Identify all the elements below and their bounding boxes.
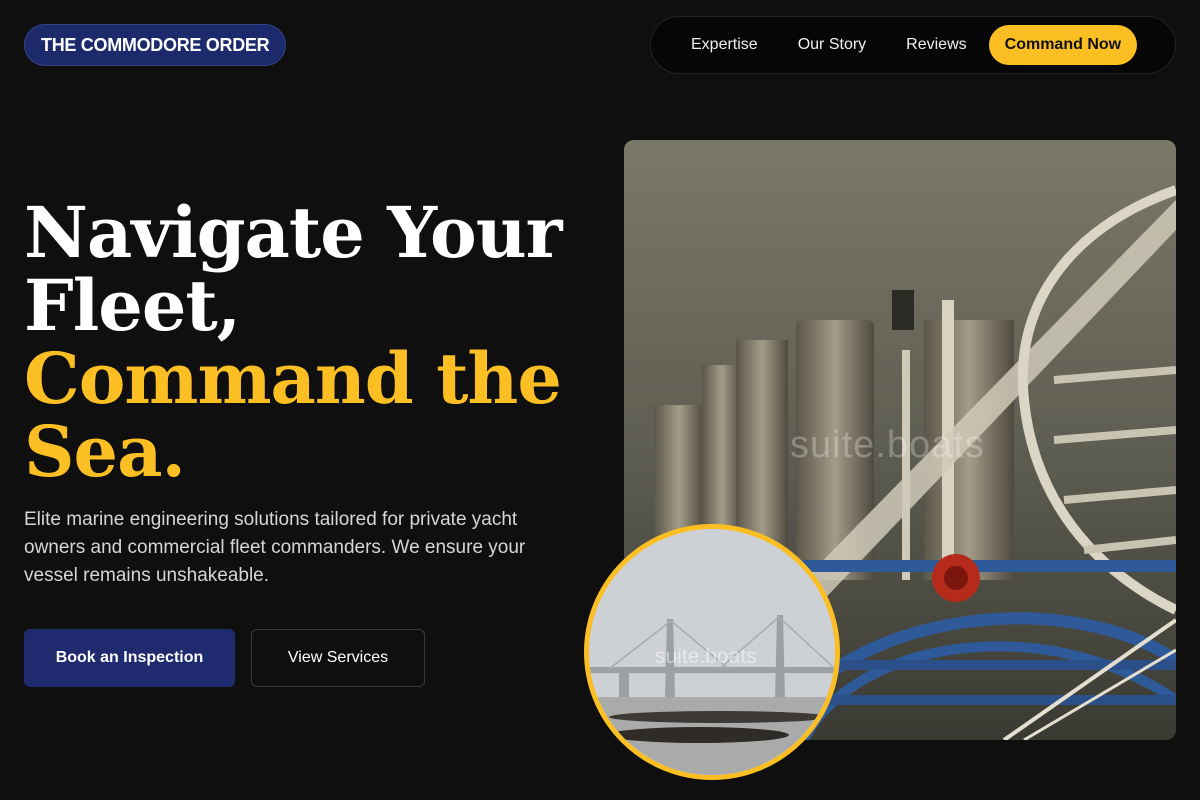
circle-image-watermark: suite.boats (655, 645, 757, 668)
hero-title-line-1: Navigate Your (24, 191, 563, 274)
main-image-watermark: suite.boats (790, 424, 985, 466)
book-inspection-button[interactable]: Book an Inspection (24, 629, 235, 687)
hero-title: Navigate Your Fleet, Command the Sea. (24, 196, 584, 488)
bridge-photo-circle: suite.boats (584, 524, 840, 780)
hero-title-line-2: Fleet, (24, 264, 241, 347)
top-nav: Expertise Our Story Reviews Command Now (650, 16, 1176, 74)
hero-subtitle: Elite marine engineering solutions tailo… (24, 509, 526, 586)
command-now-button[interactable]: Command Now (988, 25, 1138, 65)
brand-logo[interactable]: THE COMMODORE ORDER (24, 24, 287, 66)
hero-title-line-3: Command the (24, 337, 562, 420)
hero-title-line-4: Sea. (24, 410, 186, 493)
nav-link-our-story[interactable]: Our Story (798, 36, 866, 54)
nav-link-expertise[interactable]: Expertise (691, 36, 758, 54)
view-services-button[interactable]: View Services (251, 629, 425, 687)
nav-link-reviews[interactable]: Reviews (906, 36, 966, 54)
